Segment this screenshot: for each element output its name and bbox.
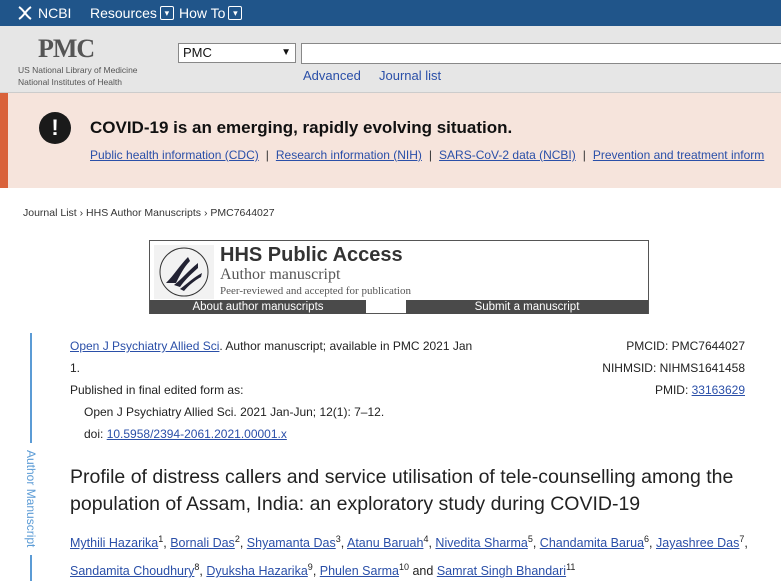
author-affil: 6: [644, 534, 650, 544]
alert-links: Public health information (CDC) | Research…: [90, 148, 765, 162]
breadcrumb-journal-list[interactable]: Journal List: [23, 207, 77, 219]
hhs-subtitle: Author manuscript: [220, 266, 341, 283]
chevron-down-icon: ▾: [228, 6, 243, 20]
howto-menu[interactable]: How To ▾: [179, 5, 243, 21]
prevention-link[interactable]: Prevention and treatment inform: [593, 148, 764, 162]
ncbi-home-link[interactable]: NCBI: [16, 4, 71, 22]
nlm-line1: US National Library of Medicine: [18, 65, 138, 75]
doi-line: doi: 10.5958/2394-2061.2021.00001.x: [70, 423, 472, 445]
published-ref: Open J Psychiatry Allied Sci. 2021 Jan-J…: [84, 405, 385, 419]
ncbi-top-bar: NCBI Resources ▾ How To ▾: [0, 0, 781, 26]
howto-label: How To: [179, 5, 226, 21]
citation-availability: . Author manuscript; available in PMC 20…: [219, 339, 473, 353]
author-link[interactable]: Sandamita Choudhury: [70, 564, 194, 578]
published-label: Published in final edited form as:: [70, 383, 244, 397]
breadcrumb-hhs[interactable]: HHS Author Manuscripts: [86, 207, 201, 219]
article-ids: PMCID: PMC7644027 NIHMSID: NIHMS1641458 …: [602, 335, 745, 401]
hhs-title: HHS Public Access: [220, 244, 403, 266]
author-link[interactable]: Atanu Baruah: [347, 536, 423, 550]
pmid-label: PMID:: [654, 383, 692, 397]
hhs-tagline: Peer-reviewed and accepted for publicati…: [220, 285, 411, 297]
author-list: Mythili Hazarika1, Bornali Das2, Shyaman…: [70, 534, 748, 579]
about-manuscripts-button[interactable]: About author manuscripts: [150, 300, 366, 314]
doi-label: doi:: [84, 427, 107, 441]
author-link[interactable]: Jayashree Das: [656, 536, 739, 550]
chevron-down-icon: ▾: [159, 6, 174, 20]
author-link[interactable]: Shyamanta Das: [247, 536, 336, 550]
author-affil: 4: [423, 534, 429, 544]
author-affil: 10: [398, 562, 409, 573]
author-manuscript-ribbon: Author Manuscript: [24, 450, 38, 548]
author-affil: 1: [158, 534, 164, 544]
author-affil: 8: [194, 562, 200, 573]
doi-link[interactable]: 10.5958/2394-2061.2021.00001.x: [107, 427, 287, 441]
author-link[interactable]: Chandamita Barua: [540, 536, 644, 550]
author-affil: 11: [566, 562, 576, 573]
citation-block: Open J Psychiatry Allied Sci. Author man…: [70, 335, 472, 445]
journal-list-link[interactable]: Journal list: [379, 68, 441, 83]
author-link[interactable]: Mythili Hazarika: [70, 536, 158, 550]
nihmsid: NIHMSID: NIHMS1641458: [602, 361, 745, 375]
resources-menu[interactable]: Resources ▾: [90, 5, 174, 21]
advanced-search-link[interactable]: Advanced: [303, 68, 361, 83]
search-input[interactable]: [301, 43, 781, 64]
nlm-label: US National Library of Medicine National…: [18, 64, 138, 88]
citation-line1: Open J Psychiatry Allied Sci. Author man…: [70, 335, 472, 357]
author-link[interactable]: Dyuksha Hazarika: [206, 564, 307, 578]
submit-manuscript-button[interactable]: Submit a manuscript: [406, 300, 648, 314]
hhs-eagle-logo-icon: [154, 245, 214, 299]
pmcid: PMCID: PMC7644027: [626, 339, 745, 353]
ncbi-logo-icon: [18, 6, 32, 20]
breadcrumb-separator: ›: [203, 207, 208, 219]
ribbon-line-top: [30, 333, 32, 443]
exclamation-icon: !: [39, 112, 71, 144]
database-select[interactable]: PMC ▼: [178, 43, 296, 63]
author-affil: 2: [234, 534, 240, 544]
authors-and: and: [412, 564, 434, 579]
ncbi-data-link[interactable]: SARS-CoV-2 data (NCBI): [439, 148, 576, 162]
pmc-header: PMC US National Library of Medicine Nati…: [0, 26, 781, 93]
author-link[interactable]: Bornali Das: [170, 536, 235, 550]
author-link[interactable]: Phulen Sarma: [320, 564, 399, 578]
ncbi-brand: NCBI: [38, 5, 72, 21]
author-link[interactable]: Nivedita Sharma: [435, 536, 527, 550]
pmid-link[interactable]: 33163629: [692, 383, 745, 397]
nih-link[interactable]: Research information (NIH): [276, 148, 422, 162]
breadcrumb-current: PMC7644027: [210, 207, 275, 219]
database-select-value: PMC: [183, 45, 212, 60]
author-affil: 5: [527, 534, 533, 544]
hhs-public-access-banner: HHS Public Access Author manuscript Peer…: [149, 240, 649, 314]
nih-line2: National Institutes of Health: [18, 77, 122, 87]
ribbon-line-bottom: [30, 555, 32, 581]
article-title: Profile of distress callers and service …: [70, 466, 734, 515]
breadcrumb: Journal List › HHS Author Manuscripts › …: [23, 207, 275, 219]
author-affil: 3: [335, 534, 341, 544]
journal-link[interactable]: Open J Psychiatry Allied Sci: [70, 339, 219, 353]
resources-label: Resources: [90, 5, 157, 21]
alert-message: COVID-19 is an emerging, rapidly evolvin…: [90, 118, 513, 137]
chevron-down-icon: ▼: [281, 47, 291, 58]
author-link[interactable]: Samrat Singh Bhandari: [437, 564, 566, 578]
citation-line1-wrap: 1.: [70, 361, 81, 375]
author-affil: 9: [307, 562, 313, 573]
author-affil: 7: [739, 534, 745, 544]
pmc-logo[interactable]: PMC: [38, 34, 95, 64]
cdc-link[interactable]: Public health information (CDC): [90, 148, 259, 162]
breadcrumb-separator: ›: [79, 207, 84, 219]
pmid-line: PMID: 33163629: [602, 379, 745, 401]
covid-alert-banner: ! COVID-19 is an emerging, rapidly evolv…: [0, 93, 781, 188]
